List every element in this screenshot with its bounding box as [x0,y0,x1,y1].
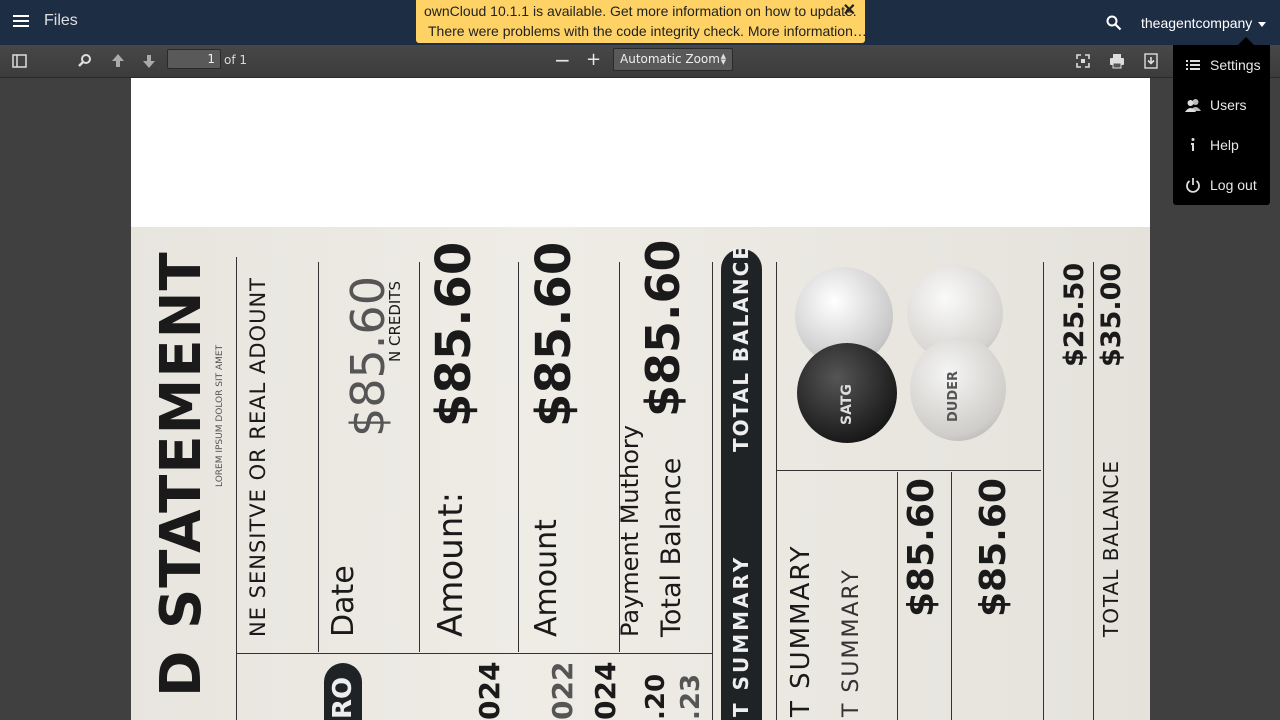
search-icon[interactable] [1106,15,1122,31]
users-icon [1185,99,1201,112]
menu-item-help[interactable]: Help [1173,125,1270,165]
column-date: Date [326,565,361,637]
username: theagentcompany [1141,15,1253,31]
menu-item-label: Users [1210,97,1247,113]
zoom-select[interactable]: Automatic Zoom ▲ ▼ [613,48,733,71]
decimal-label-1: .20 [641,673,671,720]
statement-image: D STATEMENT NE SENSITVE OR REAL ADOUNT L… [131,227,1150,720]
hamburger-menu-icon[interactable] [13,15,29,29]
year-label-2: 022 [546,661,579,720]
amount-value-2: $85.60 [426,241,482,427]
integrity-warning-text[interactable]: There were problems with the code integr… [428,23,867,39]
statement-title: D STATEMENT [149,251,214,697]
summary-bar-label: T SUMMARY [729,554,753,717]
update-notification: ownCloud 10.1.1 is available. Get more i… [416,0,867,43]
find-icon[interactable] [75,51,95,71]
divider [951,472,952,720]
divider [518,262,519,652]
zoom-in-button[interactable]: + [586,48,601,72]
menu-item-label: Log out [1210,177,1257,193]
total-balance-label: TOTAL BALANCE [1099,459,1123,637]
summary-amount-1: $85.60 [901,478,942,617]
download-icon[interactable] [1141,51,1161,71]
page-number-input[interactable] [167,49,221,69]
menu-item-label: Settings [1210,57,1261,73]
close-notification-icon[interactable]: ✕ [843,0,856,20]
column-amount: Amount: [431,491,471,637]
column-payment: Payment Muthory [616,425,644,637]
divider [897,472,898,720]
sidebar-toggle-icon[interactable] [10,51,30,71]
statement-fineprint: LOREM IPSUM DOLOR SIT AMET [215,344,225,487]
caret-down-icon [1258,21,1267,27]
user-dropdown-menu: Settings Users Help Log out [1173,37,1270,205]
zoom-select-value: Automatic Zoom [620,52,720,66]
summary-label-2: T SUMMARY [839,568,864,717]
select-arrows-icon: ▲ ▼ [720,52,726,66]
coin-label-1: SATG [839,384,855,425]
summary-label-1: T SUMMARY [786,544,816,717]
divider [776,262,777,720]
amount-value-3: $85.60 [526,241,582,427]
menu-item-users[interactable]: Users [1173,85,1270,125]
next-page-icon[interactable] [139,51,159,71]
year-label-3: 024 [589,661,622,720]
previous-page-icon[interactable] [108,51,128,71]
menu-item-settings[interactable]: Settings [1173,45,1270,85]
column-total-balance: Total Balance [656,457,687,637]
summary-amount-2: $85.60 [973,478,1014,617]
credits-label: N CREDITS [386,280,404,362]
page-count-label: of 1 [224,53,248,67]
column-amount-2: Amount [529,519,564,637]
info-icon [1191,138,1195,151]
app-title[interactable]: Files [44,12,78,30]
decimal-label-2: .23 [676,673,706,720]
menu-item-logout[interactable]: Log out [1173,165,1270,205]
amount-value-4: $85.60 [636,239,690,417]
pdf-toolbar: of 1 − + Automatic Zoom ▲▼ [0,45,1280,78]
menu-item-label: Help [1210,137,1239,153]
divider [1043,262,1044,720]
divider [712,262,713,720]
top-header: Files ownCloud 10.1.1 is available. Get … [0,0,1280,45]
presentation-mode-icon[interactable] [1073,51,1093,71]
divider [776,470,1041,471]
statement-subtitle: NE SENSITVE OR REAL ADOUNT [246,277,270,637]
divider [1093,262,1094,720]
year-label-1: 024 [473,661,506,720]
side-amount-2: $35.00 [1096,262,1127,367]
print-icon[interactable] [1107,51,1127,71]
divider [236,653,712,654]
settings-list-icon [1186,60,1200,70]
divider [419,262,420,652]
divider [318,262,319,652]
zoom-out-button[interactable]: − [554,48,571,72]
power-icon [1186,178,1200,193]
side-amount-1: $25.50 [1059,262,1090,367]
divider [236,257,237,720]
update-notification-text[interactable]: ownCloud 10.1.1 is available. Get more i… [424,3,857,19]
coin-label-2: DUDER [946,370,961,422]
total-balance-bar-label: TOTAL BALANCE [729,244,753,452]
pdf-page: D STATEMENT NE SENSITVE OR REAL ADOUNT L… [131,78,1150,720]
ro-badge-label: RO [328,676,358,719]
user-menu-toggle[interactable]: theagentcompany [1141,15,1267,31]
